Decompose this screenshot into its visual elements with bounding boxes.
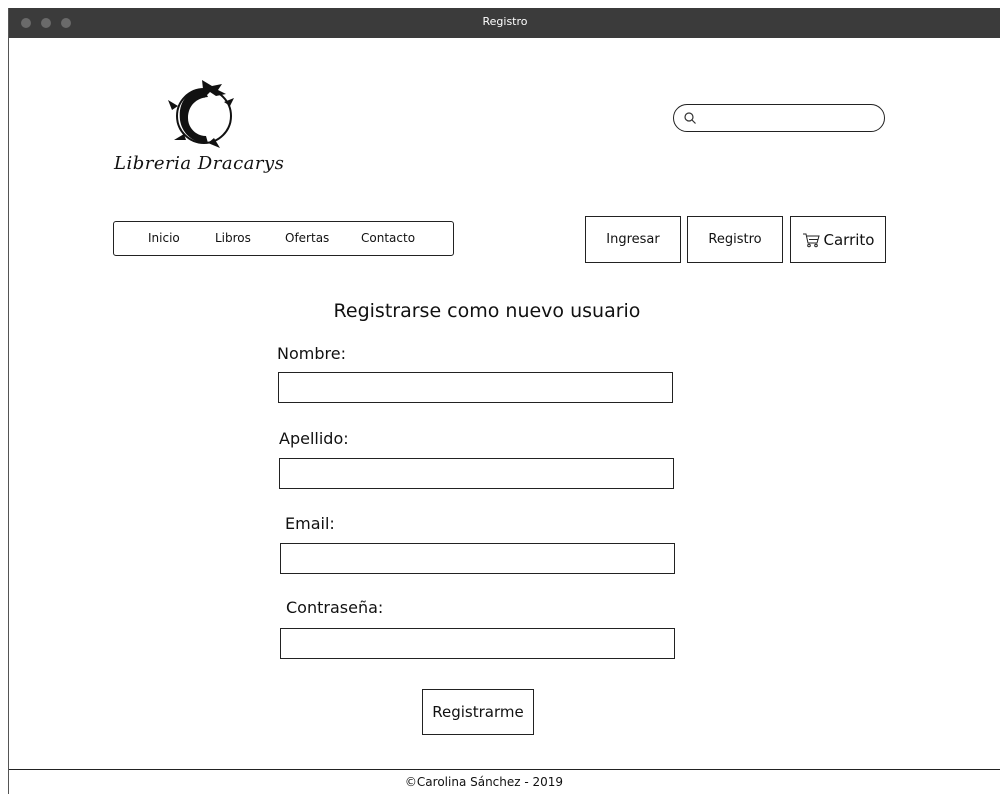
register-button[interactable]: Registro [687,216,783,263]
email-label: Email: [285,514,335,533]
password-field[interactable] [280,628,675,659]
form-title: Registrarse como nuevo usuario [333,300,641,322]
nav-item-libros[interactable]: Libros [215,231,251,245]
register-button-label: Registro [708,232,762,247]
apellido-label: Apellido: [279,429,349,448]
password-label: Contraseña: [286,598,384,617]
window-title: Registro [482,15,528,28]
nav-item-inicio[interactable]: Inicio [148,231,180,245]
title-bar: Registro [9,8,1000,38]
register-submit-button[interactable]: Registrarme [422,689,534,735]
nombre-field[interactable] [278,372,673,403]
search-icon [684,112,696,124]
cart-button[interactable]: Carrito [790,216,886,263]
main-nav: Inicio Libros Ofertas Contacto [113,221,454,256]
search-input[interactable] [700,108,874,130]
nav-item-contacto[interactable]: Contacto [361,231,415,245]
nav-item-ofertas[interactable]: Ofertas [285,231,329,245]
brand-logo[interactable]: Libreria Dracarys [114,76,299,196]
copyright-icon: © [404,775,417,789]
footer: ©Carolina Sánchez - 2019 [9,775,959,789]
footer-text: Carolina Sánchez - 2019 [416,775,564,789]
login-button[interactable]: Ingresar [585,216,681,263]
cart-button-label: Carrito [823,230,875,249]
email-field[interactable] [280,543,675,574]
footer-divider [9,769,1000,770]
dragon-logo-icon [168,80,234,148]
nombre-label: Nombre: [277,344,346,363]
brand-name: Libreria Dracarys [114,153,285,174]
cart-icon [802,233,820,247]
apellido-field[interactable] [279,458,674,489]
login-button-label: Ingresar [606,232,660,247]
browser-window: Registro Libreria Dracarys Inicio Libros… [8,8,1000,794]
search-bar[interactable] [673,104,885,132]
